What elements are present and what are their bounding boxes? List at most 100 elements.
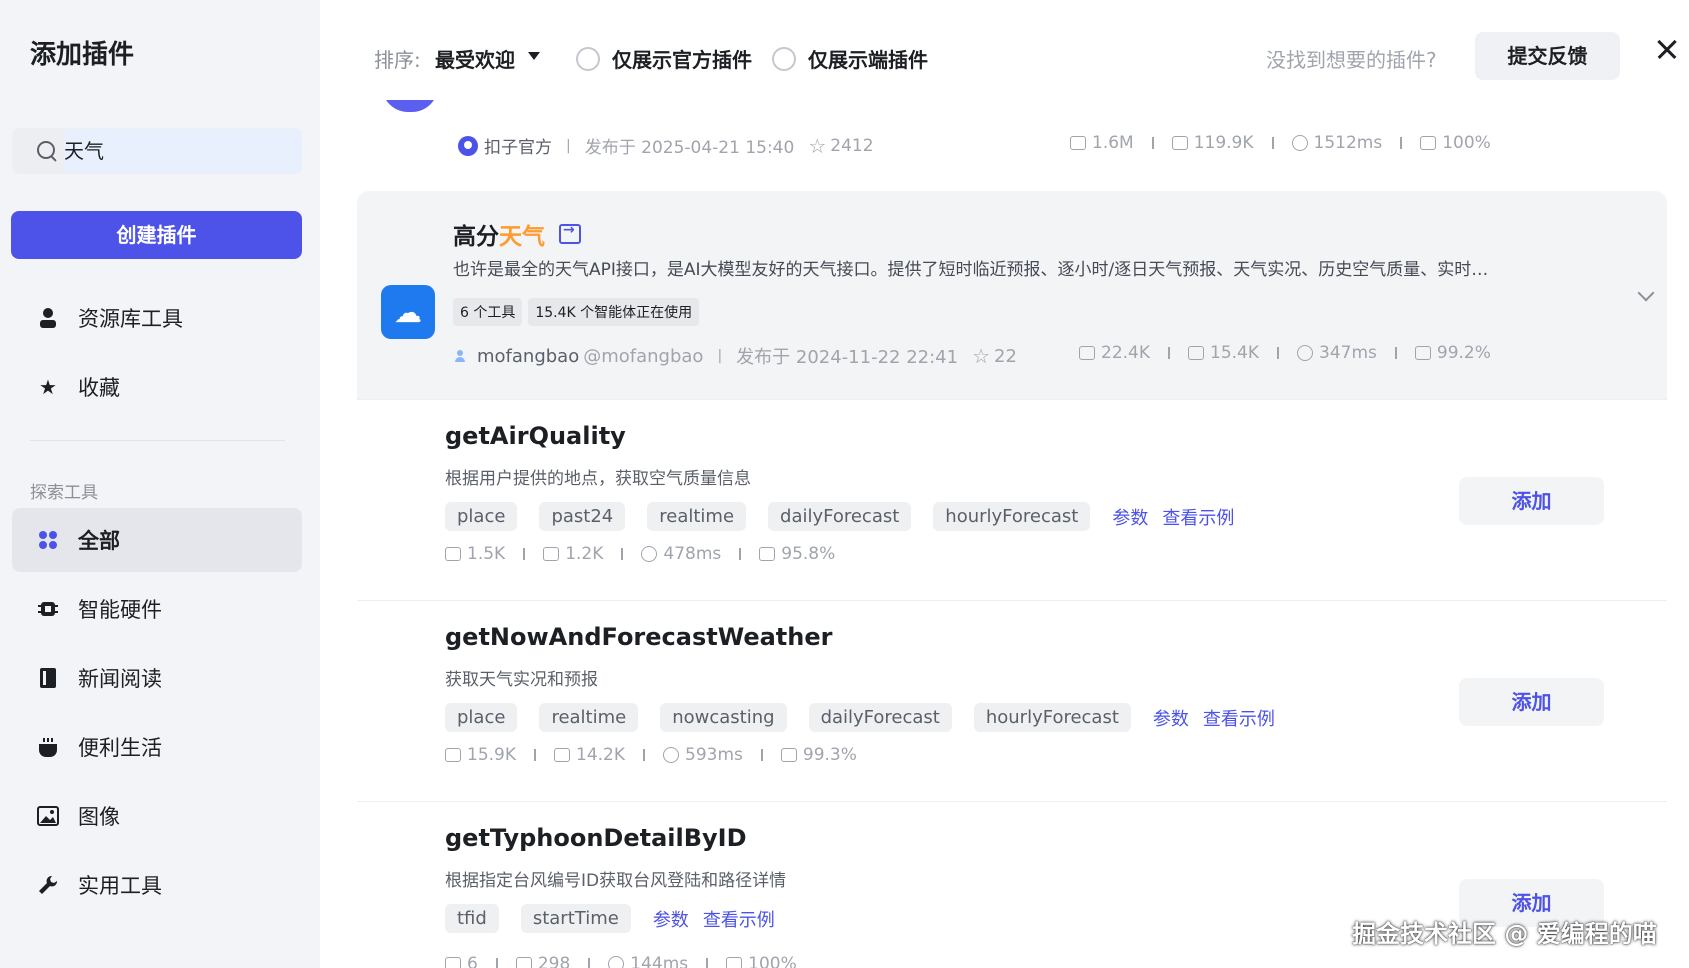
params-link[interactable]: 参数 xyxy=(1153,705,1189,731)
plugin-card[interactable]: ☁ 高分天气 也许是最全的天气API接口，是AI大模型友好的天气接口。提供了短时… xyxy=(357,191,1667,399)
coze-icon xyxy=(458,135,478,156)
param-tag: place xyxy=(445,502,518,531)
add-tool-button[interactable]: 添加 xyxy=(1459,678,1604,726)
plugin-logo xyxy=(382,100,438,112)
success-rate-icon xyxy=(1414,346,1431,360)
star-count[interactable]: ☆ 22 xyxy=(972,344,1017,368)
nav-item-news[interactable]: 新闻阅读 xyxy=(12,646,302,710)
params-link[interactable]: 参数 xyxy=(653,906,689,932)
bot-icon xyxy=(445,957,461,968)
nav-item-life[interactable]: 便利生活 xyxy=(12,715,302,779)
sort-label: 排序: xyxy=(374,48,421,72)
tool-stats: 15.9K 14.2K 593ms 99.3% xyxy=(445,745,857,765)
tool-params: tfid startTime 参数 查看示例 xyxy=(445,904,789,933)
nav-item-smart-hardware[interactable]: 智能硬件 xyxy=(12,577,302,641)
param-tag: realtime xyxy=(647,502,747,531)
publish-date: 发布于 2024-11-22 22:41 xyxy=(736,347,959,368)
plugin-list: 扣子官方 | 发布于 2025-04-21 15:40 ☆ 2412 1.6M 1… xyxy=(320,100,1689,968)
param-tag: hourlyForecast xyxy=(933,502,1091,531)
param-tag: dailyForecast xyxy=(768,502,912,531)
nav-label: 新闻阅读 xyxy=(78,667,162,691)
user-icon xyxy=(36,306,60,330)
tool-params: place past24 realtime dailyForecast hour… xyxy=(445,502,1248,531)
clock-icon xyxy=(608,956,625,968)
call-icon xyxy=(515,957,532,968)
watermark: 掘金技术社区 @ 爱编程的喵 xyxy=(1352,920,1657,948)
params-link[interactable]: 参数 xyxy=(1112,504,1148,530)
plugin-title: 高分 天气 xyxy=(453,217,581,251)
param-tag: dailyForecast xyxy=(808,703,952,732)
not-found-text: 没找到想要的插件? xyxy=(1266,48,1437,72)
clock-icon xyxy=(641,546,658,562)
tool-description: 根据指定台风编号ID获取台风登陆和路径详情 xyxy=(445,871,787,891)
close-icon[interactable] xyxy=(1653,36,1681,64)
call-icon xyxy=(543,547,560,561)
nav-item-utility[interactable]: 实用工具 xyxy=(12,853,302,917)
nav-item-favorites[interactable]: ★ 收藏 xyxy=(12,355,302,419)
chevron-down-icon[interactable] xyxy=(1637,284,1655,302)
panel-title: 添加插件 xyxy=(30,40,135,70)
wrench-icon xyxy=(36,873,60,897)
open-link-icon[interactable] xyxy=(559,222,581,244)
search-input[interactable]: 天气 xyxy=(64,129,302,173)
tool-count-tag: 6 个工具 xyxy=(453,298,523,326)
param-tag: realtime xyxy=(539,703,639,732)
radio-circle[interactable] xyxy=(772,46,796,71)
tool-stats: 6 298 144ms 100% xyxy=(445,954,797,968)
plugin-description: 也许是最全的天气API接口，是AI大模型友好的天气接口。提供了短时临近预报、逐小… xyxy=(453,260,1489,280)
search-icon xyxy=(36,140,58,162)
publisher: 扣子官方 xyxy=(458,133,552,158)
param-tag: nowcasting xyxy=(660,703,787,732)
publish-date: 发布于 2025-04-21 15:40 xyxy=(584,138,795,158)
param-tag: startTime xyxy=(520,904,631,933)
tool-stats: 1.5K 1.2K 478ms 95.8% xyxy=(445,544,835,564)
bot-icon xyxy=(1070,136,1086,150)
prev-plugin-meta: 扣子官方 | 发布于 2025-04-21 15:40 ☆ 2412 xyxy=(458,133,888,158)
nav-item-image[interactable]: 图像 xyxy=(12,784,302,848)
tool-description: 获取天气实况和预报 xyxy=(445,670,598,690)
author-handle: @mofangbao xyxy=(583,345,704,367)
example-link[interactable]: 查看示例 xyxy=(1203,705,1275,731)
nav-label: 图像 xyxy=(78,805,120,829)
caret-down-icon[interactable] xyxy=(528,52,540,60)
nav-label: 智能硬件 xyxy=(78,598,162,622)
radio-circle[interactable] xyxy=(576,46,600,71)
add-tool-button[interactable]: 添加 xyxy=(1459,477,1604,525)
search-box[interactable]: 天气 xyxy=(12,128,302,174)
radio-label: 仅展示端插件 xyxy=(808,48,928,72)
star-outline-icon: ☆ xyxy=(808,133,827,158)
nav-label: 便利生活 xyxy=(78,736,162,760)
cloud-weather-icon: ☁ xyxy=(381,285,435,339)
bot-icon xyxy=(445,748,461,762)
tool-name: getNowAndForecastWeather xyxy=(445,623,833,651)
filter-device-radio[interactable]: 仅展示端插件 xyxy=(772,44,928,73)
create-plugin-button[interactable]: 创建插件 xyxy=(11,211,302,259)
avatar xyxy=(453,349,467,363)
success-rate-icon xyxy=(780,748,797,762)
nav-label: 资源库工具 xyxy=(78,307,183,331)
call-icon xyxy=(1171,136,1188,150)
success-rate-icon xyxy=(726,957,743,968)
book-icon xyxy=(36,666,60,690)
nav-item-library-tools[interactable]: 资源库工具 xyxy=(12,286,302,350)
param-tag: hourlyForecast xyxy=(973,703,1131,732)
author-row: mofangbao @mofangbao | 发布于 2024-11-22 22… xyxy=(453,343,1017,369)
usage-tag: 15.4K 个智能体正在使用 xyxy=(528,298,700,326)
call-icon xyxy=(554,748,570,762)
clock-icon xyxy=(663,747,679,763)
sort-dropdown[interactable]: 最受欢迎 xyxy=(435,44,515,73)
example-link[interactable]: 查看示例 xyxy=(1162,504,1234,530)
radio-label: 仅展示官方插件 xyxy=(612,48,752,72)
nav-label: 实用工具 xyxy=(78,874,162,898)
feedback-button[interactable]: 提交反馈 xyxy=(1475,32,1620,80)
example-link[interactable]: 查看示例 xyxy=(703,906,775,932)
sidebar: 添加插件 天气 创建插件 资源库工具 ★ 收藏 探索工具 全部 智能硬件 新闻阅… xyxy=(0,0,320,968)
plugin-tags: 6 个工具 15.4K 个智能体正在使用 xyxy=(453,298,700,326)
filter-official-radio[interactable]: 仅展示官方插件 xyxy=(576,44,752,73)
grid-icon xyxy=(36,528,60,552)
author-name: mofangbao xyxy=(477,345,580,367)
divider xyxy=(30,440,285,441)
success-rate-icon xyxy=(1420,136,1437,150)
star-count[interactable]: ☆ 2412 xyxy=(808,134,873,158)
nav-item-all[interactable]: 全部 xyxy=(12,508,302,572)
